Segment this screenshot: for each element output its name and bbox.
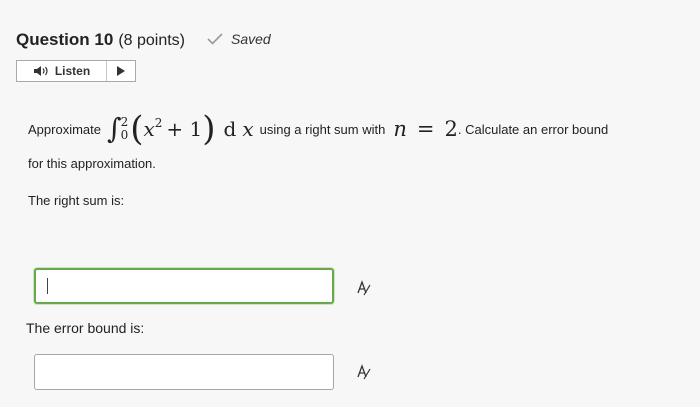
right-sum-label: The right sum is: <box>28 193 125 208</box>
problem-prefix: Approximate <box>28 121 101 137</box>
lower-limit: 0 <box>120 128 129 142</box>
n-value: 2 <box>444 117 458 141</box>
differential-var: x <box>242 117 254 141</box>
listen-button[interactable]: Listen <box>17 61 107 81</box>
question-points: (8 points) <box>118 32 186 49</box>
saved-status: Saved <box>207 31 271 47</box>
problem-suffix: . Calculate an error bound <box>457 121 609 137</box>
check-icon <box>207 33 223 45</box>
play-button[interactable] <box>107 61 135 81</box>
text-caret <box>47 278 48 294</box>
integrand-constant: + 1 <box>166 117 203 141</box>
n-equals: = <box>416 117 435 141</box>
error-bound-label: The error bound is: <box>26 320 145 336</box>
problem-statement: Approximate ∫ 2 0 ( x 2 + 1 ) d x using … <box>28 104 688 171</box>
n-expression: n = 2 <box>393 117 458 141</box>
equation-editor-icon[interactable] <box>355 364 371 380</box>
differential-d: d <box>223 117 237 141</box>
n-var: n <box>393 117 407 141</box>
integral-sign: ∫ <box>106 112 122 145</box>
question-title: Question 10 <box>16 30 114 49</box>
error-bound-input[interactable] <box>34 354 334 390</box>
integrand-var: x <box>143 117 155 141</box>
problem-line2: for this approximation. <box>28 156 156 171</box>
integral-expression: ∫ 2 0 ( x 2 + 1 ) d x <box>106 109 254 149</box>
speaker-icon <box>33 66 48 76</box>
equation-editor-icon[interactable] <box>355 280 371 296</box>
question-header: Question 10 (8 points) Saved <box>16 30 271 50</box>
listen-widget: Listen <box>16 60 136 82</box>
problem-mid-text: using a right sum with <box>259 121 386 137</box>
right-sum-input[interactable] <box>34 268 334 304</box>
listen-label: Listen <box>54 64 91 78</box>
integrand-exponent: 2 <box>154 116 163 130</box>
saved-label: Saved <box>231 31 271 47</box>
play-icon <box>117 66 125 76</box>
